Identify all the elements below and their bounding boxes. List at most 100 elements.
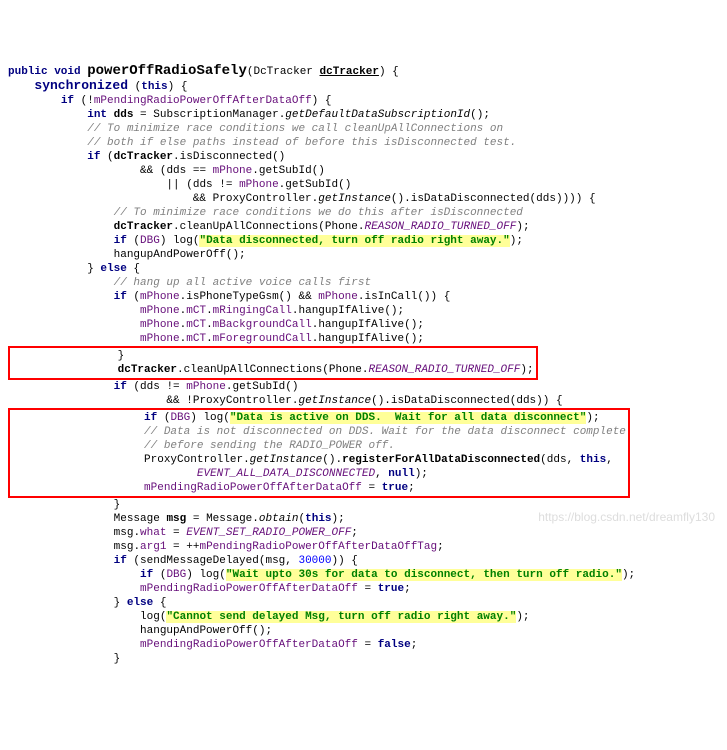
obj: dcTracker: [114, 151, 173, 163]
string: "Cannot send delayed Msg, turn off radio…: [166, 611, 516, 623]
var: dds: [193, 179, 213, 191]
kw-if: if: [140, 569, 153, 581]
field: mPendingRadioPowerOffAfterDataOff: [144, 482, 362, 494]
num: 30000: [298, 555, 331, 567]
call: hangupIfAlive: [299, 305, 385, 317]
comment: // both if else paths instead of before …: [87, 137, 516, 149]
call: getSubId: [259, 165, 312, 177]
field: mPhone: [140, 319, 180, 331]
call: cleanUpAllConnections: [184, 364, 323, 376]
kw-if: if: [114, 291, 127, 303]
call: getInstance: [298, 395, 371, 407]
call: isDataDisconnected: [411, 193, 530, 205]
cls: Phone: [325, 221, 358, 233]
cls: Message: [114, 513, 160, 525]
method-name: powerOffRadioSafely: [87, 63, 247, 79]
kw-true: true: [382, 482, 408, 494]
watermark: https://blog.csdn.net/dreamfly130: [538, 510, 715, 524]
var: dds: [166, 165, 186, 177]
kw-int: int: [87, 109, 107, 121]
kw-this: this: [580, 454, 606, 466]
call: getSubId: [232, 381, 285, 393]
const: EVENT_ALL_DATA_DISCONNECTED: [197, 468, 375, 480]
const: REASON_RADIO_TURNED_OFF: [369, 364, 521, 376]
kw-if: if: [144, 412, 157, 424]
kw-true: true: [378, 583, 404, 595]
call: isInCall: [365, 291, 418, 303]
kw-if: if: [114, 555, 127, 567]
field: mPhone: [239, 179, 279, 191]
call: hangupAndPowerOff: [140, 625, 252, 637]
var: msg: [114, 541, 134, 553]
field: mCT: [186, 333, 206, 345]
cls: ProxyController: [213, 193, 312, 205]
call: registerForAllDataDisconnected: [342, 454, 540, 466]
field: mPhone: [213, 165, 253, 177]
call: getInstance: [318, 193, 391, 205]
field: mPendingRadioPowerOffAfterDataOff: [94, 95, 312, 107]
field: mRingingCall: [213, 305, 292, 317]
obj: dcTracker: [114, 221, 173, 233]
param-name: dcTracker: [320, 66, 379, 78]
comment: // Data is not disconnected on DDS. Wait…: [144, 426, 626, 438]
kw-if: if: [61, 95, 74, 107]
field: mPhone: [318, 291, 358, 303]
comment: // To minimize race conditions we do thi…: [114, 207, 523, 219]
var-msg: msg: [166, 513, 186, 525]
call: isDataDisconnected: [391, 395, 510, 407]
field: mCT: [186, 305, 206, 317]
var: dds: [536, 193, 556, 205]
field: DBG: [140, 235, 160, 247]
string: "Data is active on DDS. Wait for all dat…: [230, 412, 586, 424]
field: mPendingRadioPowerOffAfterDataOffTag: [199, 541, 437, 553]
field: arg1: [140, 541, 166, 553]
field: mPendingRadioPowerOffAfterDataOff: [140, 639, 358, 651]
const: REASON_RADIO_TURNED_OFF: [365, 221, 517, 233]
kw-this: this: [141, 81, 167, 93]
field: mBackgroundCall: [213, 319, 312, 331]
call: hangupIfAlive: [318, 333, 404, 345]
var: msg: [114, 527, 134, 539]
comment: // before sending the RADIO_POWER off.: [144, 440, 395, 452]
field: DBG: [170, 412, 190, 424]
var: msg: [265, 555, 285, 567]
call: hangupIfAlive: [318, 319, 404, 331]
cls: Message: [206, 513, 252, 525]
kw-this: this: [305, 513, 331, 525]
string: "Wait upto 30s for data to disconnect, t…: [226, 569, 622, 581]
call: getDefaultDataSubscriptionId: [285, 109, 470, 121]
const: EVENT_SET_RADIO_POWER_OFF: [186, 527, 351, 539]
string: "Data disconnected, turn off radio right…: [199, 235, 509, 247]
kw-null: null: [388, 468, 414, 480]
kw-else: else: [100, 263, 126, 275]
call: log: [140, 611, 160, 623]
highlight-box-1: } dcTracker.cleanUpAllConnections(Phone.…: [8, 346, 538, 380]
call: obtain: [259, 513, 299, 525]
kw-public: public void: [8, 66, 81, 78]
kw-else: else: [127, 597, 153, 609]
call: getSubId: [285, 179, 338, 191]
comment: // hang up all active voice calls first: [114, 277, 371, 289]
field: mForegroundCall: [213, 333, 312, 345]
field: mPhone: [140, 333, 180, 345]
call: isDisconnected: [180, 151, 272, 163]
var: dds: [140, 381, 160, 393]
field: mPhone: [186, 381, 226, 393]
cls: ProxyController: [193, 395, 292, 407]
call: log: [199, 569, 219, 581]
kw-if: if: [87, 151, 100, 163]
cls: SubscriptionManager: [153, 109, 278, 121]
var: dds: [516, 395, 536, 407]
cls: ProxyController: [144, 454, 243, 466]
var: dds: [547, 454, 567, 466]
kw-if: if: [114, 381, 127, 393]
kw-false: false: [378, 639, 411, 651]
field: mPhone: [140, 305, 180, 317]
call: cleanUpAllConnections: [180, 221, 319, 233]
kw-sync: synchronized: [34, 78, 128, 93]
field: what: [140, 527, 166, 539]
field: mPhone: [140, 291, 180, 303]
field: mCT: [186, 319, 206, 331]
call: getInstance: [250, 454, 323, 466]
call: hangupAndPowerOff: [114, 249, 226, 261]
